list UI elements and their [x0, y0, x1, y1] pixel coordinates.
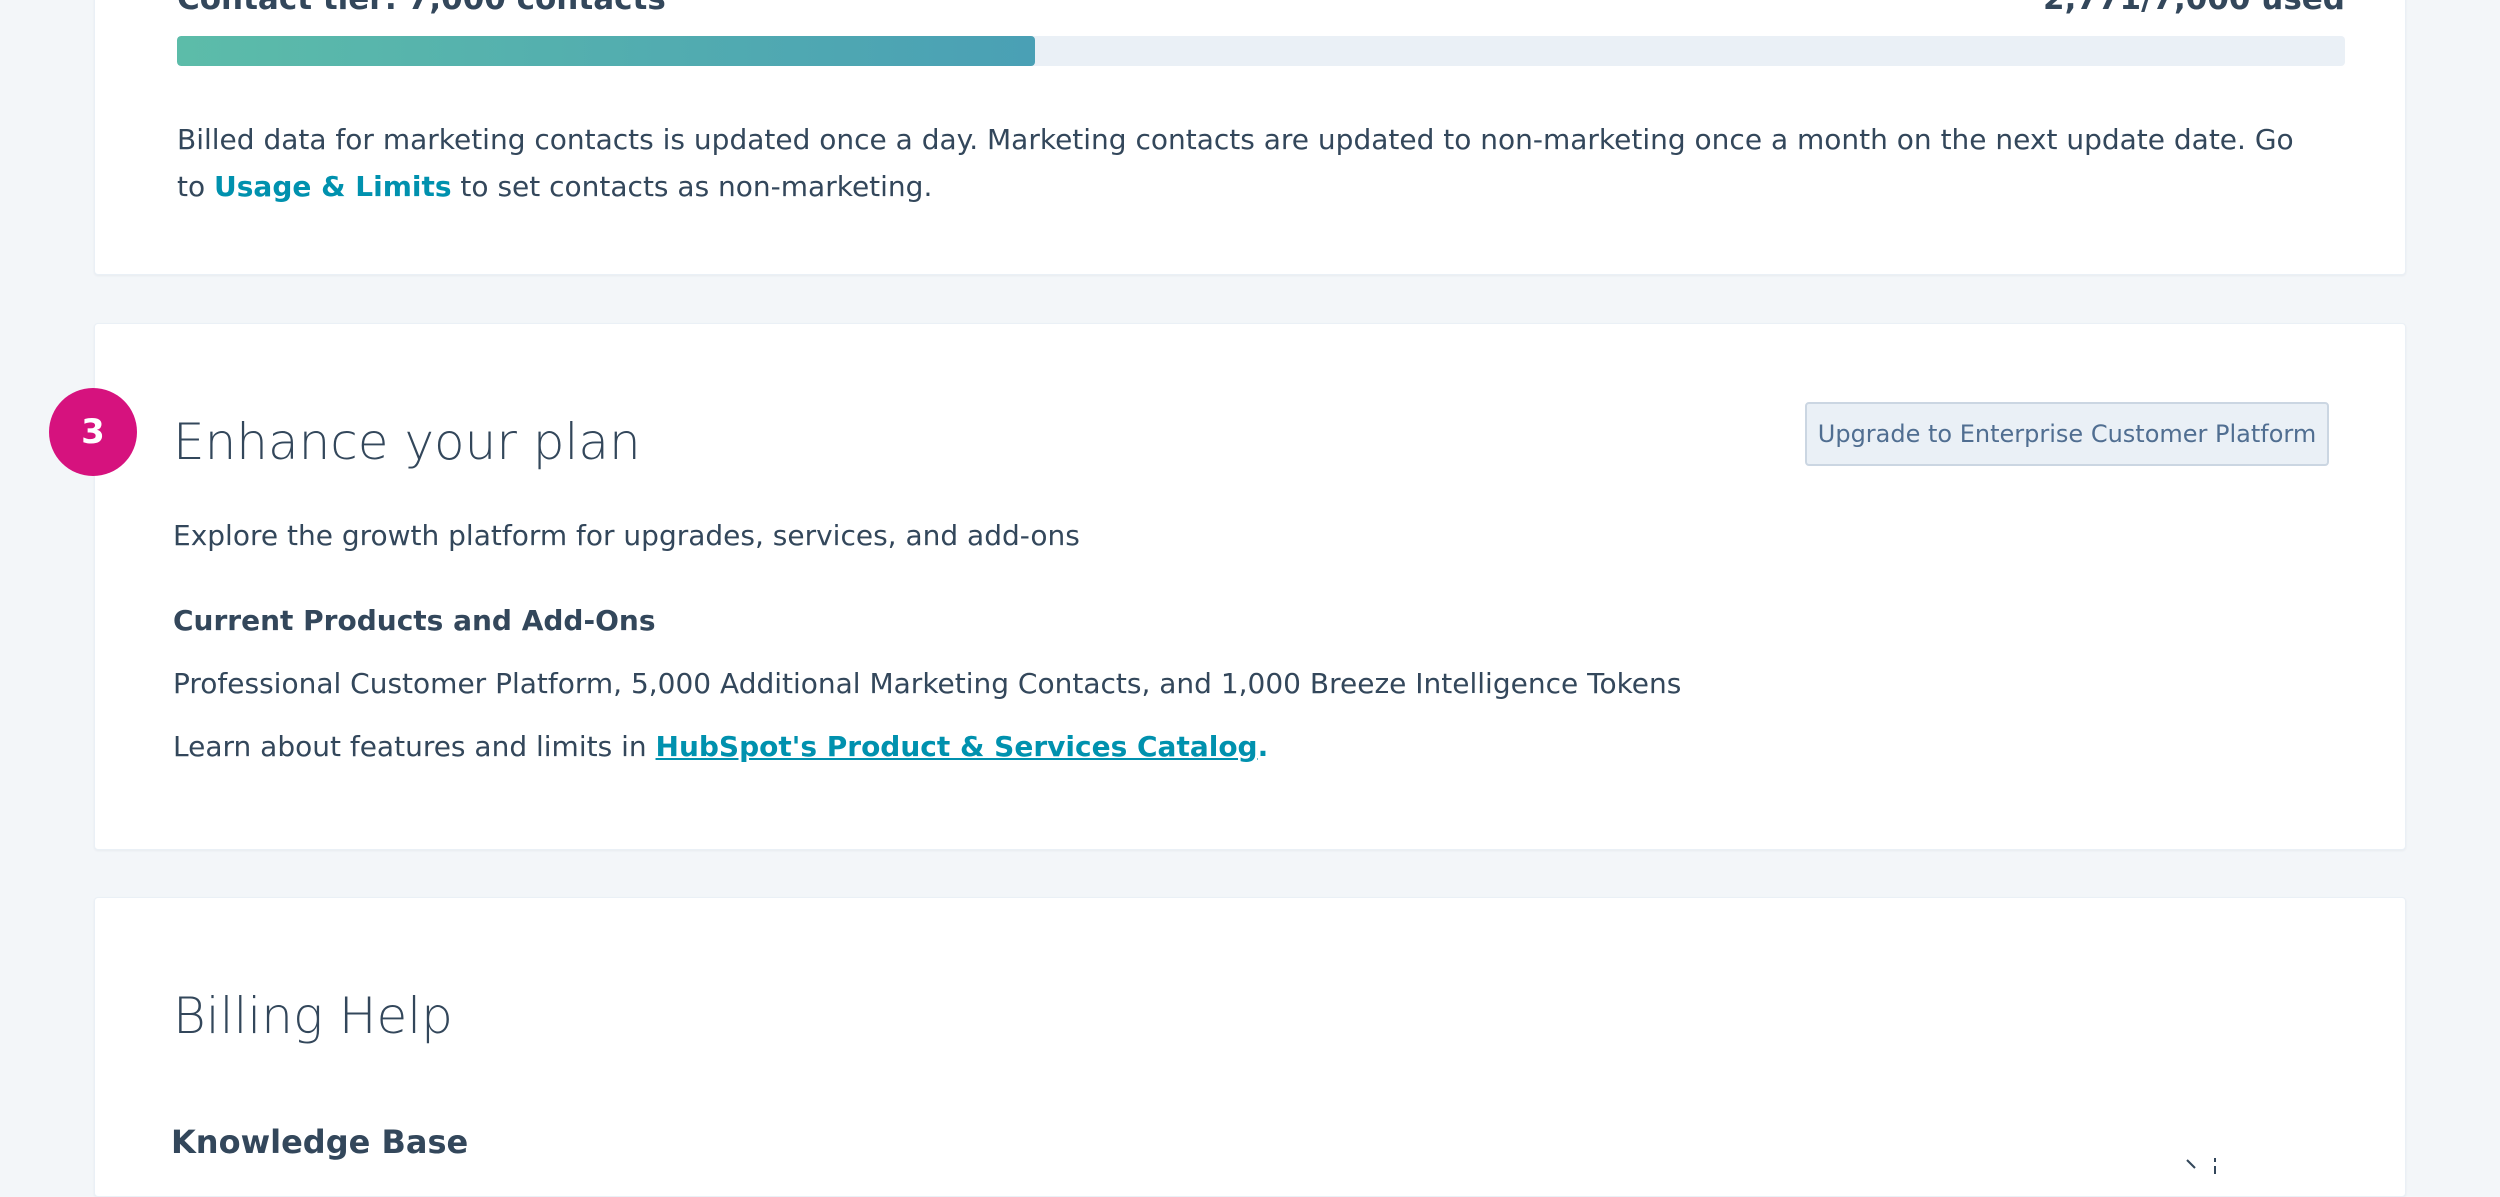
- upgrade-enterprise-button[interactable]: Upgrade to Enterprise Customer Platform: [1805, 402, 2329, 466]
- learn-features-text: Learn about features and limits in HubSp…: [173, 730, 1268, 763]
- contacts-used-label: 2,771/7,000 used: [2043, 0, 2345, 15]
- explore-growth-text: Explore the growth platform for upgrades…: [173, 519, 1080, 552]
- enhance-plan-card: Enhance your plan Upgrade to Enterprise …: [94, 323, 2406, 850]
- usage-header-row: Contact tier: 7,000 contacts 2,771/7,000…: [177, 0, 2345, 15]
- current-products-heading: Current Products and Add-Ons: [173, 604, 656, 637]
- contact-tier-label: Contact tier: 7,000 contacts: [177, 0, 666, 15]
- step-number-badge: 3: [49, 388, 137, 476]
- billed-text-after-link: to set contacts as non-marketing.: [451, 170, 933, 203]
- billed-data-description: Billed data for marketing contacts is up…: [177, 116, 2309, 210]
- contacts-usage-progress-fill: [177, 36, 1036, 66]
- knowledge-base-heading: Knowledge Base: [171, 1123, 469, 1161]
- billing-help-title: Billing Help: [173, 987, 453, 1045]
- usage-limits-link[interactable]: Usage & Limits: [214, 170, 452, 203]
- product-catalog-link[interactable]: HubSpot's Product & Services Catalog: [656, 730, 1258, 763]
- usage-card: Contact tier: 7,000 contacts 2,771/7,000…: [94, 0, 2406, 275]
- contacts-usage-progress-bar: [177, 36, 2345, 66]
- billing-help-card: Billing Help Knowledge Base: [94, 897, 2406, 1197]
- current-products-list: Professional Customer Platform, 5,000 Ad…: [173, 667, 1682, 700]
- learn-prefix: Learn about features and limits in: [173, 730, 656, 763]
- illustration-fragment: [2186, 1158, 2216, 1174]
- enhance-plan-title: Enhance your plan: [173, 413, 641, 471]
- learn-suffix: .: [1257, 730, 1269, 763]
